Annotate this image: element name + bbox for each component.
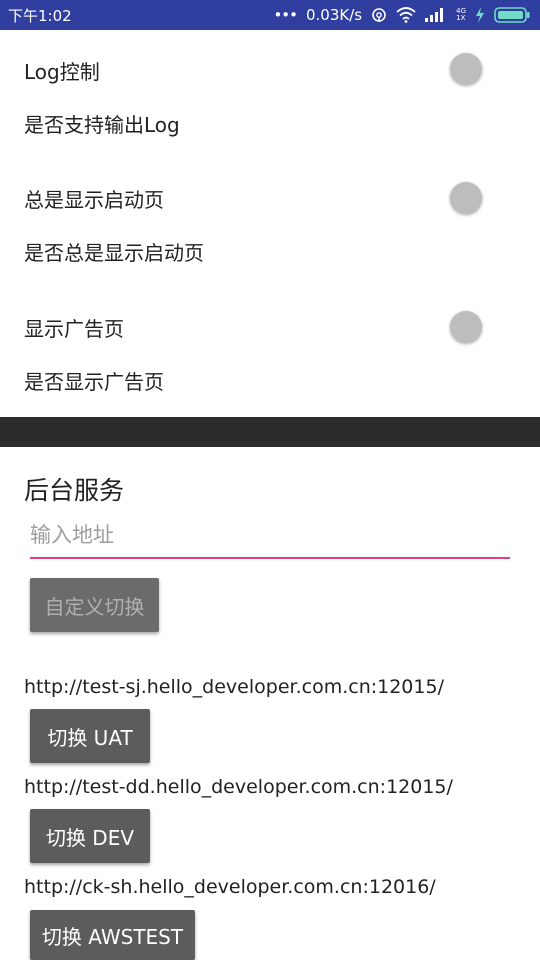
battery-icon bbox=[494, 7, 530, 23]
cellular-signal-icon bbox=[425, 8, 447, 22]
setting-title: 总是显示启动页 bbox=[24, 188, 164, 212]
network-speed: 0.03K/s bbox=[306, 6, 363, 24]
charging-icon bbox=[475, 7, 485, 23]
wifi-icon bbox=[396, 7, 416, 23]
setting-summary: 是否总是显示启动页 bbox=[24, 241, 204, 265]
switch-uat-button[interactable]: 切换 UAT bbox=[30, 709, 150, 763]
switch-awstest-button[interactable]: 切换 AWSTEST bbox=[30, 910, 195, 960]
setting-summary: 是否支持输出Log bbox=[24, 113, 180, 137]
custom-switch-button[interactable]: 自定义切换 bbox=[30, 578, 159, 632]
switch-dev-button[interactable]: 切换 DEV bbox=[30, 809, 150, 863]
status-time: 下午1:02 bbox=[8, 6, 72, 25]
network-type: 4G 1X bbox=[456, 7, 466, 22]
show-ad-page-toggle[interactable] bbox=[450, 311, 482, 343]
server-url-awstest: http://ck-sh.hello_developer.com.cn:1201… bbox=[24, 876, 436, 898]
setting-title: Log控制 bbox=[24, 60, 100, 84]
setting-title: 显示广告页 bbox=[24, 317, 124, 341]
more-notifications-icon: ••• bbox=[273, 5, 298, 24]
setting-summary: 是否显示广告页 bbox=[24, 370, 164, 394]
status-icons: ••• 0.03K/s 4G 1X bbox=[273, 6, 530, 24]
server-url-dev: http://test-dd.hello_developer.com.cn:12… bbox=[24, 776, 453, 798]
always-show-splash-toggle[interactable] bbox=[450, 182, 482, 214]
address-input[interactable] bbox=[30, 519, 510, 559]
status-bar: 下午1:02 ••• 0.03K/s 4G 1X bbox=[0, 0, 540, 30]
section-divider bbox=[0, 417, 540, 447]
section-title-backend: 后台服务 bbox=[24, 476, 125, 505]
settings-list: Log控制 是否支持输出Log 总是显示启动页 是否总是显示启动页 显示广告页 … bbox=[0, 30, 540, 417]
hotspot-icon bbox=[371, 7, 387, 23]
server-url-uat: http://test-sj.hello_developer.com.cn:12… bbox=[24, 676, 444, 698]
log-control-toggle[interactable] bbox=[450, 53, 482, 85]
